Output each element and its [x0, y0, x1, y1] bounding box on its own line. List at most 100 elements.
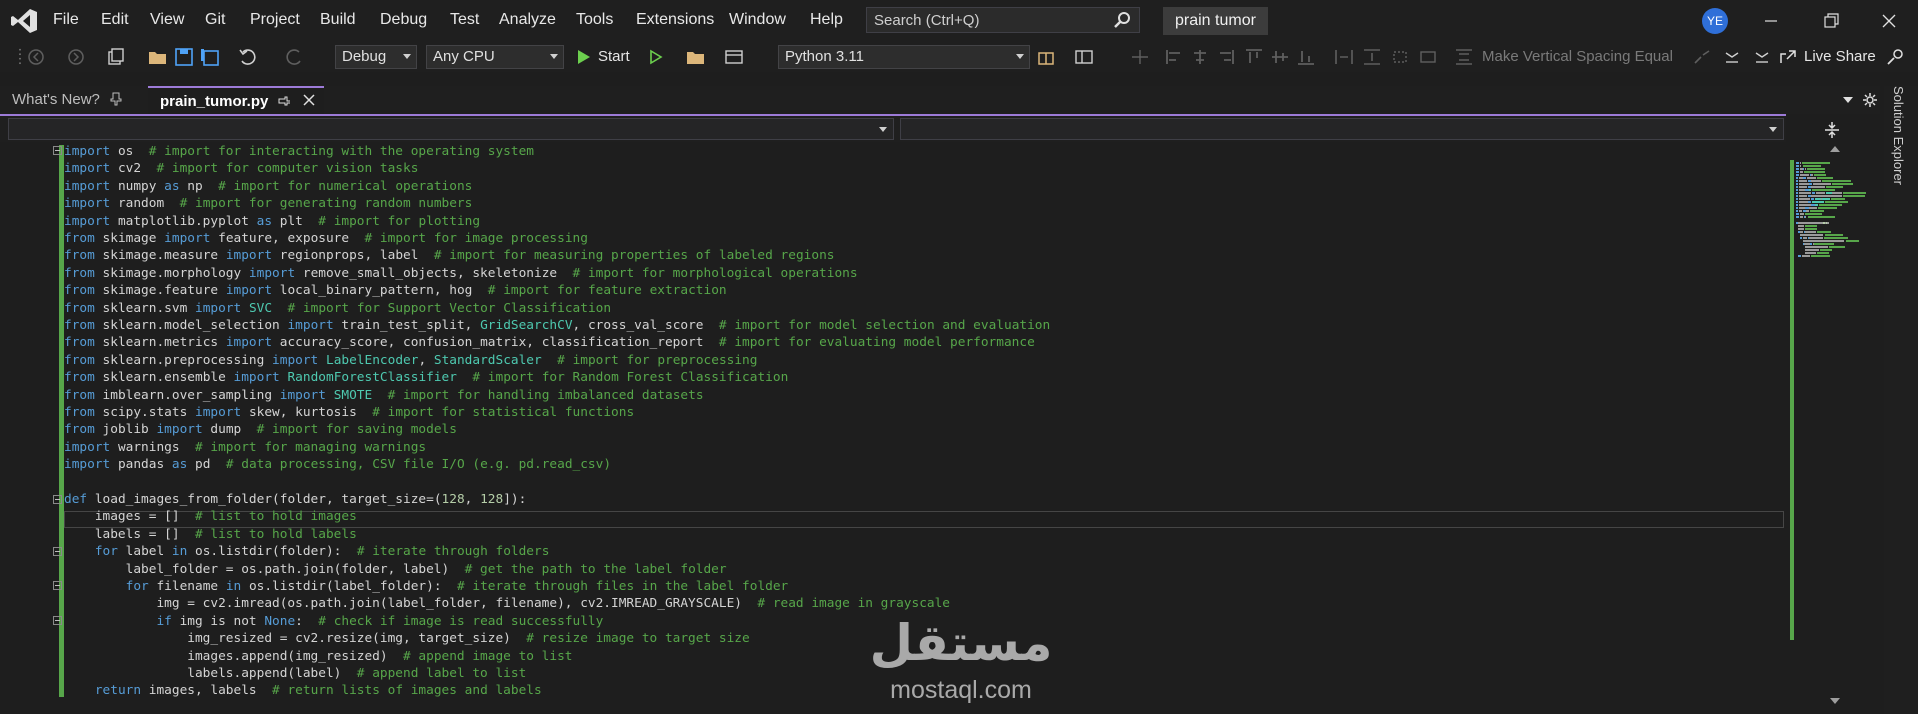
vertical-spacing-icon[interactable]	[1362, 48, 1382, 66]
scroll-down-icon[interactable]	[1830, 698, 1840, 704]
same-size-icon[interactable]	[1418, 48, 1438, 66]
code-line[interactable]: from sklearn.preprocessing import LabelE…	[64, 352, 757, 369]
code-line[interactable]: from sklearn.svm import SVC # import for…	[64, 300, 611, 317]
project-name-badge[interactable]: prain tumor	[1163, 7, 1268, 35]
close-window-icon[interactable]	[1874, 8, 1904, 34]
feedback-icon[interactable]	[1886, 48, 1906, 66]
collapse-function-icon[interactable]	[53, 495, 62, 504]
save-all-icon[interactable]	[200, 48, 220, 66]
search-box[interactable]: Search (Ctrl+Q)	[866, 7, 1140, 33]
align-bottoms-icon[interactable]	[1296, 48, 1316, 66]
save-icon[interactable]	[174, 48, 194, 66]
platform-select[interactable]: Any CPU	[426, 45, 564, 69]
align-lefts-icon[interactable]	[1164, 48, 1184, 66]
navigate-back-icon[interactable]	[26, 48, 46, 66]
code-line[interactable]: images.append(img_resized) # append imag…	[64, 648, 572, 665]
code-line[interactable]: images = [] # list to hold images	[64, 508, 357, 525]
code-line[interactable]: from skimage.measure import regionprops,…	[64, 247, 834, 264]
open-folder-icon[interactable]	[148, 48, 168, 66]
code-line[interactable]: img_resized = cv2.resize(img, target_siz…	[64, 630, 749, 647]
minimize-icon[interactable]	[1756, 8, 1786, 34]
line-number-gutter[interactable]	[0, 142, 52, 714]
code-line[interactable]: return images, labels # return lists of …	[64, 682, 542, 699]
size-to-grid-icon[interactable]	[1390, 48, 1410, 66]
solution-explorer-tab[interactable]: Solution Explorer	[1890, 86, 1910, 226]
code-line[interactable]: import pandas as pd # data processing, C…	[64, 456, 611, 473]
collapse-if-icon[interactable]	[53, 616, 62, 625]
code-line[interactable]: from skimage import feature, exposure # …	[64, 230, 588, 247]
code-line[interactable]: for label in os.listdir(folder): # itera…	[64, 543, 550, 560]
code-line[interactable]: from scipy.stats import skew, kurtosis #…	[64, 404, 634, 421]
menu-git[interactable]: Git	[205, 11, 225, 29]
pin-icon[interactable]	[110, 92, 122, 106]
code-line[interactable]: labels = [] # list to hold labels	[64, 526, 357, 543]
redo-icon[interactable]	[284, 48, 304, 66]
menu-view[interactable]: View	[150, 11, 184, 29]
align-middles-icon[interactable]	[1270, 48, 1290, 66]
python-environment-select[interactable]: Python 3.11	[778, 45, 1030, 69]
tab-whats-new[interactable]: What's New?	[0, 86, 144, 114]
menu-project[interactable]: Project	[250, 11, 300, 29]
code-line[interactable]: label_folder = os.path.join(folder, labe…	[64, 561, 727, 578]
code-line[interactable]: from sklearn.metrics import accuracy_sco…	[64, 334, 1035, 351]
code-line[interactable]: import numpy as np # import for numerica…	[64, 178, 472, 195]
code-line[interactable]: import warnings # import for managing wa…	[64, 439, 426, 456]
live-share-button[interactable]: Live Share	[1804, 48, 1876, 65]
pin-icon[interactable]	[278, 94, 290, 108]
align-tops-icon[interactable]	[1244, 48, 1264, 66]
menu-tools[interactable]: Tools	[576, 11, 613, 29]
tab-prain-tumor-py[interactable]: prain_tumor.py	[148, 86, 324, 114]
new-project-icon[interactable]	[106, 48, 126, 66]
menu-help[interactable]: Help	[810, 11, 843, 29]
code-line[interactable]: import os # import for interacting with …	[64, 143, 534, 160]
scope-select[interactable]	[8, 118, 894, 140]
window-layout-icon[interactable]	[724, 48, 744, 66]
code-line[interactable]: from joblib import dump # import for sav…	[64, 421, 457, 438]
start-without-debugging-icon[interactable]	[646, 48, 666, 66]
start-play-icon[interactable]	[574, 48, 594, 66]
folder-view-icon[interactable]	[686, 48, 706, 66]
editor-minimap-scrollbar[interactable]	[1786, 142, 1884, 714]
code-line[interactable]: img = cv2.imread(os.path.join(label_fold…	[64, 595, 950, 612]
code-line[interactable]: def load_images_from_folder(folder, targ…	[64, 491, 526, 508]
code-line[interactable]: from skimage.morphology import remove_sm…	[64, 265, 858, 282]
make-vertical-spacing-equal-button[interactable]: Make Vertical Spacing Equal	[1482, 48, 1673, 65]
tab-settings-gear-icon[interactable]	[1862, 92, 1878, 108]
code-line[interactable]: import random # import for generating ra…	[64, 195, 472, 212]
code-line[interactable]: from sklearn.ensemble import RandomFores…	[64, 369, 788, 386]
code-line[interactable]: import matplotlib.pyplot as plt # import…	[64, 213, 480, 230]
configuration-select[interactable]: Debug	[335, 45, 417, 69]
visual-studio-logo-icon[interactable]	[10, 8, 38, 34]
menu-file[interactable]: File	[53, 11, 79, 29]
tab-list-chevron-icon[interactable]	[1842, 96, 1854, 104]
split-editor-icon[interactable]	[1822, 120, 1842, 140]
toolbar-options-icon[interactable]	[1752, 48, 1772, 66]
menu-debug[interactable]: Debug	[380, 11, 427, 29]
toolbar-overflow-icon[interactable]	[1722, 48, 1742, 66]
close-tab-icon[interactable]	[302, 93, 316, 107]
user-avatar[interactable]: YE	[1702, 8, 1728, 34]
align-grid-icon[interactable]	[1130, 48, 1150, 66]
code-line[interactable]: from sklearn.model_selection import trai…	[64, 317, 1050, 334]
code-line[interactable]: from skimage.feature import local_binary…	[64, 282, 727, 299]
code-line[interactable]: for filename in os.listdir(label_folder)…	[64, 578, 789, 595]
menu-edit[interactable]: Edit	[101, 11, 129, 29]
undo-icon[interactable]	[238, 48, 258, 66]
code-line[interactable]: import cv2 # import for computer vision …	[64, 160, 418, 177]
align-centers-icon[interactable]	[1190, 48, 1210, 66]
navigate-forward-icon[interactable]	[66, 48, 86, 66]
horizontal-spacing-icon[interactable]	[1334, 48, 1354, 66]
code-line[interactable]: if img is not None: # check if image is …	[64, 613, 603, 630]
start-button[interactable]: Start	[598, 48, 630, 65]
menu-test[interactable]: Test	[450, 11, 479, 29]
collapse-for-loop-icon[interactable]	[53, 547, 62, 556]
live-share-icon[interactable]	[1778, 48, 1798, 66]
menu-build[interactable]: Build	[320, 11, 356, 29]
layout-grid-icon[interactable]	[1074, 48, 1094, 66]
collapse-inner-for-icon[interactable]	[53, 581, 62, 590]
menu-analyze[interactable]: Analyze	[499, 11, 556, 29]
menu-extensions[interactable]: Extensions	[636, 11, 714, 29]
collapse-imports-icon[interactable]	[53, 146, 62, 155]
scroll-up-icon[interactable]	[1830, 146, 1840, 152]
align-rights-icon[interactable]	[1216, 48, 1236, 66]
